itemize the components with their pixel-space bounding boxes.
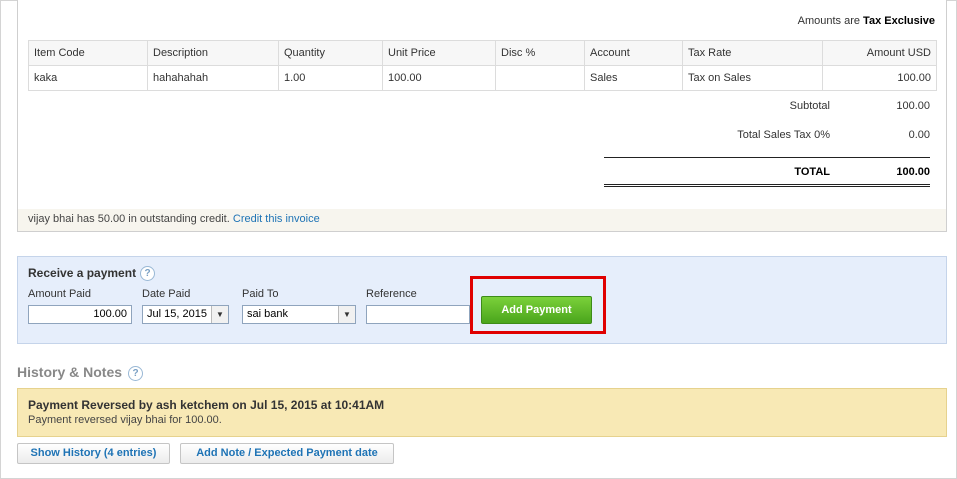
cell-disc[interactable] — [495, 65, 585, 91]
col-disc: Disc % — [495, 40, 585, 66]
paid-to-value: sai bank — [247, 308, 288, 320]
amounts-mode-value: Tax Exclusive — [863, 15, 935, 27]
cell-tax-rate[interactable]: Tax on Sales — [682, 65, 823, 91]
total-value: 100.00 — [896, 166, 930, 178]
col-tax-rate: Tax Rate — [682, 40, 823, 66]
cell-description[interactable]: hahahahah — [147, 65, 279, 91]
totals-block: Subtotal 100.00 Total Sales Tax 0% 0.00 … — [604, 97, 930, 187]
subtotal-label: Subtotal — [789, 100, 830, 112]
col-account: Account — [584, 40, 683, 66]
tax-value: 0.00 — [908, 129, 930, 141]
cell-amount[interactable]: 100.00 — [822, 65, 937, 91]
history-entry-body: Payment reversed vijay bhai for 100.00. — [28, 414, 222, 426]
cell-quantity[interactable]: 1.00 — [278, 65, 383, 91]
paid-to-select[interactable]: sai bank ▼ — [242, 305, 356, 324]
table-row[interactable]: kaka hahahahah 1.00 100.00 Sales Tax on … — [28, 65, 937, 91]
amounts-prefix: Amounts are — [797, 15, 860, 27]
reference-label: Reference — [366, 288, 417, 300]
subtotal-value: 100.00 — [896, 100, 930, 112]
total-label: TOTAL — [794, 166, 830, 178]
outstanding-credit-bar: vijay bhai has 50.00 in outstanding cred… — [18, 209, 946, 231]
date-paid-input[interactable]: Jul 15, 2015 ▼ — [142, 305, 229, 324]
payment-title-row: Receive a payment? — [28, 266, 156, 282]
table-header-row: Item Code Description Quantity Unit Pric… — [28, 40, 937, 66]
col-description: Description — [147, 40, 279, 66]
history-title-row: History & Notes? — [17, 364, 144, 381]
tax-row: Total Sales Tax 0% 0.00 — [604, 126, 930, 155]
date-paid-value: Jul 15, 2015 — [147, 308, 207, 320]
amounts-mode: Amounts are Tax Exclusive — [798, 15, 935, 27]
credit-text: vijay bhai has 50.00 in outstanding cred… — [28, 213, 230, 225]
col-item-code: Item Code — [28, 40, 148, 66]
line-items-table: Item Code Description Quantity Unit Pric… — [28, 40, 937, 91]
amount-paid-label: Amount Paid — [28, 288, 91, 300]
paid-to-label: Paid To — [242, 288, 279, 300]
cell-account[interactable]: Sales — [584, 65, 683, 91]
date-paid-label: Date Paid — [142, 288, 191, 300]
history-entry-heading: Payment Reversed by ash ketchem on Jul 1… — [28, 398, 385, 412]
total-row: TOTAL 100.00 — [604, 157, 930, 187]
history-entry: Payment Reversed by ash ketchem on Jul 1… — [17, 388, 947, 437]
receive-payment-panel: Receive a payment? Amount Paid 100.00 Da… — [17, 256, 947, 344]
subtotal-row: Subtotal 100.00 — [604, 97, 930, 126]
cell-item-code[interactable]: kaka — [28, 65, 148, 91]
col-unit-price: Unit Price — [382, 40, 496, 66]
col-quantity: Quantity — [278, 40, 383, 66]
col-amount: Amount USD — [822, 40, 937, 66]
history-help-icon[interactable]: ? — [128, 365, 144, 381]
amount-paid-input[interactable]: 100.00 — [28, 305, 132, 324]
payment-title: Receive a payment — [28, 266, 137, 280]
help-icon[interactable]: ? — [140, 266, 156, 282]
cell-unit-price[interactable]: 100.00 — [382, 65, 496, 91]
add-payment-button[interactable]: Add Payment — [481, 296, 592, 324]
invoice-panel: Amounts are Tax Exclusive Item Code Desc… — [17, 0, 947, 232]
tax-label: Total Sales Tax 0% — [737, 129, 830, 141]
date-dropdown-icon[interactable]: ▼ — [211, 306, 228, 323]
add-note-button[interactable]: Add Note / Expected Payment date — [180, 443, 394, 464]
reference-input[interactable] — [366, 305, 470, 324]
show-history-button[interactable]: Show History (4 entries) — [17, 443, 170, 464]
paid-to-dropdown-icon[interactable]: ▼ — [338, 306, 355, 323]
history-title: History & Notes — [17, 364, 123, 380]
credit-invoice-link[interactable]: Credit this invoice — [233, 213, 320, 225]
